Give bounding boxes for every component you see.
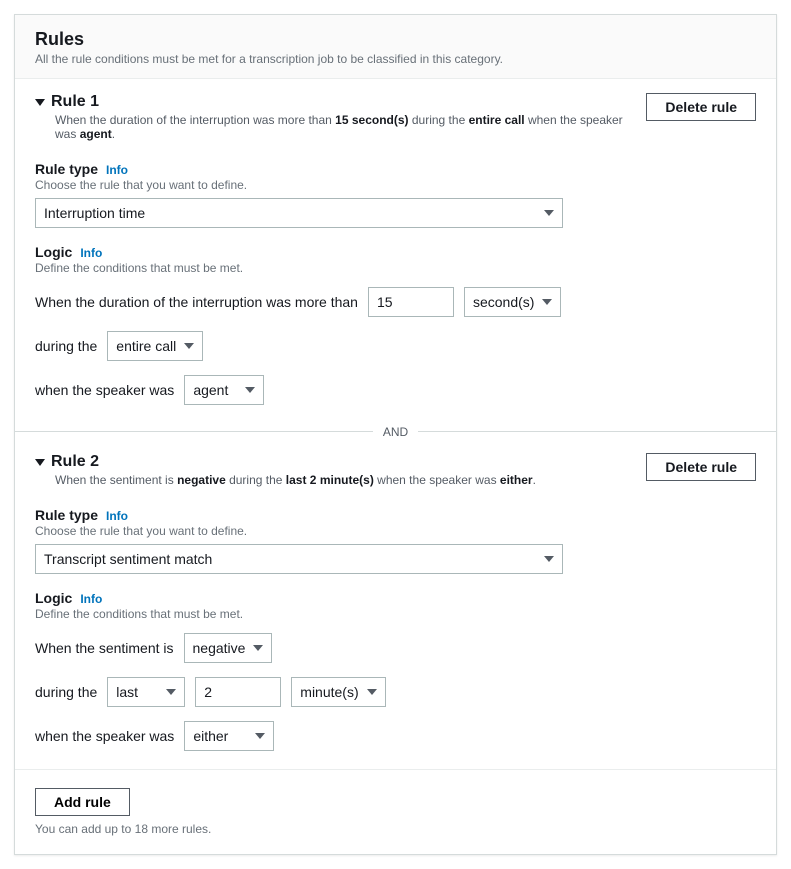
rule-2-summary-scope: last 2 minute(s) — [286, 473, 374, 487]
rule-2-title: Rule 2 — [51, 453, 99, 471]
panel-subtitle: All the rule conditions must be met for … — [35, 52, 756, 66]
info-link[interactable]: Info — [80, 246, 102, 260]
rule-2-during-label: during the — [35, 684, 97, 700]
rule-2-block: Rule 2 When the sentiment is negative du… — [15, 439, 776, 769]
chevron-down-icon — [367, 689, 377, 695]
rule-2-speaker-label: when the speaker was — [35, 728, 174, 744]
logic-hint: Define the conditions that must be met. — [35, 261, 756, 275]
rule-type-label: Rule type — [35, 161, 98, 177]
chevron-down-icon — [255, 733, 265, 739]
panel-title: Rules — [35, 29, 756, 50]
rule-1-type-value: Interruption time — [44, 205, 145, 221]
logic-label: Logic — [35, 244, 72, 260]
delete-rule-2-button[interactable]: Delete rule — [646, 453, 756, 481]
and-divider: AND — [15, 423, 776, 439]
rule-2-type-value: Transcript sentiment match — [44, 551, 212, 567]
rule-type-hint: Choose the rule that you want to define. — [35, 524, 756, 538]
footer: Add rule You can add up to 18 more rules… — [15, 769, 776, 854]
rule-1-duration-row: When the duration of the interruption wa… — [35, 287, 756, 317]
rule-1-summary-text: When the duration of the interruption wa… — [55, 113, 335, 127]
logic-hint: Define the conditions that must be met. — [35, 607, 756, 621]
and-label: AND — [373, 425, 418, 439]
rule-2-summary: When the sentiment is negative during th… — [55, 473, 646, 487]
expand-icon[interactable] — [35, 99, 45, 106]
chevron-down-icon — [542, 299, 552, 305]
chevron-down-icon — [253, 645, 263, 651]
rule-type-label: Rule type — [35, 507, 98, 523]
rule-1-speaker-label: when the speaker was — [35, 382, 174, 398]
delete-rule-1-button[interactable]: Delete rule — [646, 93, 756, 121]
rule-2-sentiment-row: When the sentiment is negative — [35, 633, 756, 663]
chevron-down-icon — [544, 210, 554, 216]
rule-2-logic-group: Logic Info Define the conditions that mu… — [35, 590, 756, 751]
rule-2-during-unit-select[interactable]: minute(s) — [291, 677, 385, 707]
rule-2-type-select[interactable]: Transcript sentiment match — [35, 544, 563, 574]
rule-1-block: Rule 1 When the duration of the interrup… — [15, 79, 776, 423]
rule-2-summary-sentiment: negative — [177, 473, 226, 487]
rule-2-sentiment-select[interactable]: negative — [184, 633, 273, 663]
chevron-down-icon — [166, 689, 176, 695]
add-rule-button[interactable]: Add rule — [35, 788, 130, 816]
rule-1-duration-input[interactable] — [368, 287, 454, 317]
rule-2-during-row: during the last minute(s) — [35, 677, 756, 707]
rule-2-during-mode-select[interactable]: last — [107, 677, 185, 707]
rule-2-sentiment-label: When the sentiment is — [35, 640, 174, 656]
info-link[interactable]: Info — [106, 163, 128, 177]
rule-type-hint: Choose the rule that you want to define. — [35, 178, 756, 192]
rule-1-type-select[interactable]: Interruption time — [35, 198, 563, 228]
chevron-down-icon — [245, 387, 255, 393]
info-link[interactable]: Info — [80, 592, 102, 606]
rule-2-summary-speaker: either — [500, 473, 533, 487]
rule-1-duration-label: When the duration of the interruption wa… — [35, 294, 358, 310]
rule-1-during-row: during the entire call — [35, 331, 756, 361]
rule-2-type-group: Rule type Info Choose the rule that you … — [35, 507, 756, 574]
rule-2-speaker-row: when the speaker was either — [35, 721, 756, 751]
rule-1-summary-speaker: agent — [80, 127, 112, 141]
rule-1-type-group: Rule type Info Choose the rule that you … — [35, 161, 756, 228]
chevron-down-icon — [544, 556, 554, 562]
logic-label: Logic — [35, 590, 72, 606]
footer-hint: You can add up to 18 more rules. — [35, 822, 756, 836]
chevron-down-icon — [184, 343, 194, 349]
rule-1-summary-val: 15 second(s) — [335, 113, 408, 127]
rule-1-speaker-select[interactable]: agent — [184, 375, 264, 405]
rule-2-during-amount-input[interactable] — [195, 677, 281, 707]
info-link[interactable]: Info — [106, 509, 128, 523]
rule-1-title: Rule 1 — [51, 93, 99, 111]
rule-1-during-label: during the — [35, 338, 97, 354]
rule-1-duration-unit-select[interactable]: second(s) — [464, 287, 561, 317]
rule-1-summary: When the duration of the interruption wa… — [55, 113, 646, 141]
expand-icon[interactable] — [35, 459, 45, 466]
rule-1-speaker-row: when the speaker was agent — [35, 375, 756, 405]
rules-panel: Rules All the rule conditions must be me… — [14, 14, 777, 855]
rule-1-summary-scope: entire call — [469, 113, 525, 127]
panel-header: Rules All the rule conditions must be me… — [15, 15, 776, 79]
rule-1-during-select[interactable]: entire call — [107, 331, 203, 361]
rule-1-logic-group: Logic Info Define the conditions that mu… — [35, 244, 756, 405]
rule-2-speaker-select[interactable]: either — [184, 721, 274, 751]
